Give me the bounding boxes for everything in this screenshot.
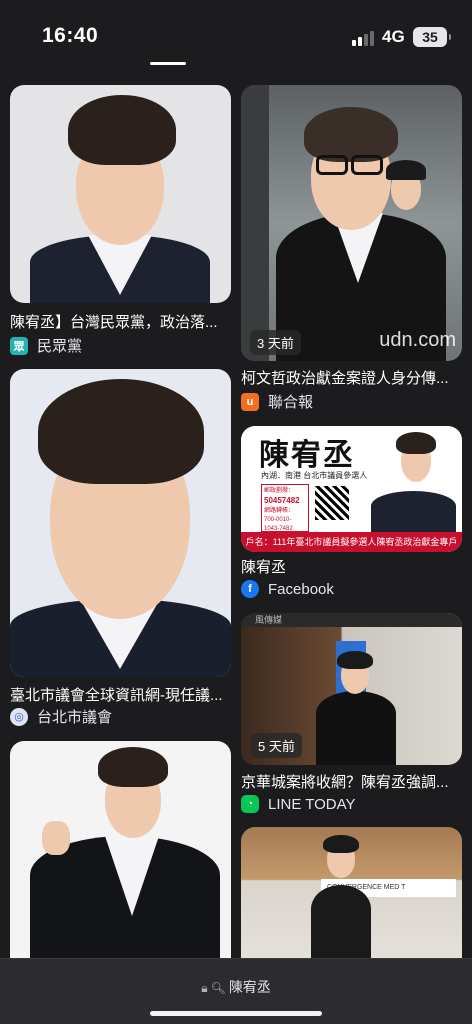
home-indicator[interactable] — [150, 1011, 322, 1016]
cellular-signal-icon — [352, 30, 378, 46]
status-time: 16:40 — [42, 24, 99, 47]
source-name: LINE TODAY — [268, 795, 356, 813]
result-thumbnail[interactable] — [10, 369, 231, 677]
age-badge: 3 天前 — [250, 330, 301, 355]
lock-icon: 🔒︎ — [201, 981, 208, 995]
result-caption[interactable]: 柯文哲政治獻金案證人身分傳... — [241, 367, 462, 388]
line-today-icon: ◔ — [241, 795, 259, 813]
source-name: 民眾黨 — [37, 338, 83, 355]
source-name: 聯合報 — [268, 394, 314, 411]
image-result-1[interactable]: 陳宥丞】台灣民眾黨，政治落... 眾 民眾黨 — [10, 85, 231, 355]
address-bar[interactable]: 🔒︎ 🔍︎ 陳宥丞 — [0, 977, 472, 997]
watermark: udn.com — [379, 329, 456, 351]
source-name: 台北市議會 — [37, 709, 113, 726]
image-result-3[interactable]: 臺北市議會全球資訊網-現任議... ◎ 台北市議會 — [10, 369, 231, 727]
result-caption[interactable]: 陳宥丞】台灣民眾黨，政治落... — [10, 311, 231, 332]
image-result-5[interactable]: 風傳媒 5 天前 京華城案將收網？陳宥丞強調... ◔ LINE TODAY — [241, 613, 462, 813]
battery-icon: 35 — [413, 27, 451, 47]
image-result-4[interactable]: 陳宥丞 內湖．南港 台北市議員參選人 郵政劃撥： 50457482 網路轉帳： … — [241, 426, 462, 601]
status-bar: 16:40 4G 35 — [0, 0, 472, 62]
result-thumbnail[interactable]: 風傳媒 5 天前 — [241, 613, 462, 765]
result-source[interactable]: ◎ 台北市議會 — [10, 706, 112, 727]
tab-grabber[interactable] — [150, 62, 186, 65]
banner: 風傳媒 — [241, 613, 462, 627]
qr-code-icon — [315, 486, 349, 520]
image-result-2[interactable]: 3 天前 udn.com 柯文哲政治獻金案證人身分傳... u 聯合報 — [241, 85, 462, 415]
image-result-7[interactable]: CONVERGENCE MED T — [241, 827, 462, 958]
udn-logo-icon: u — [241, 392, 259, 411]
source-name: Facebook — [268, 580, 334, 598]
globe-icon: ◎ — [10, 707, 28, 726]
result-thumbnail[interactable]: 陳宥丞 內湖．南港 台北市議員參選人 郵政劃撥： 50457482 網路轉帳： … — [241, 426, 462, 552]
poster-subtitle: 內湖．南港 台北市議員參選人 — [261, 471, 368, 480]
search-query: 陳宥丞 — [228, 979, 271, 995]
facebook-icon: f — [241, 580, 259, 598]
tpp-logo-icon: 眾 — [10, 336, 28, 355]
poster-name: 陳宥丞 — [259, 439, 355, 472]
donation-info: 郵政劃撥： 50457482 網路轉帳： 700-0010-1043-7482 — [261, 484, 309, 532]
result-thumbnail[interactable] — [10, 85, 231, 303]
result-source[interactable]: f Facebook — [241, 580, 334, 598]
result-thumbnail[interactable]: CONVERGENCE MED T — [241, 827, 462, 958]
result-source[interactable]: u 聯合報 — [241, 391, 313, 412]
search-icon: 🔍︎ — [210, 981, 226, 995]
result-thumbnail[interactable]: 3 天前 udn.com — [241, 85, 462, 361]
result-caption[interactable]: 陳宥丞 — [241, 556, 462, 577]
result-source[interactable]: ◔ LINE TODAY — [241, 795, 356, 813]
network-type: 4G — [382, 27, 405, 46]
age-badge: 5 天前 — [251, 733, 302, 758]
result-source[interactable]: 眾 民眾黨 — [10, 335, 82, 356]
result-caption[interactable]: 臺北市議會全球資訊網-現任議... — [10, 684, 231, 705]
image-result-6[interactable] — [10, 741, 231, 958]
poster-footer: 戶名：111年臺北市議員擬參選人陳宥丞政治獻金專戶 — [241, 532, 462, 552]
result-thumbnail[interactable] — [10, 741, 231, 958]
bottom-toolbar: 🔒︎ 🔍︎ 陳宥丞 — [0, 958, 472, 1024]
result-caption[interactable]: 京華城案將收網？陳宥丞強調... — [241, 771, 462, 792]
